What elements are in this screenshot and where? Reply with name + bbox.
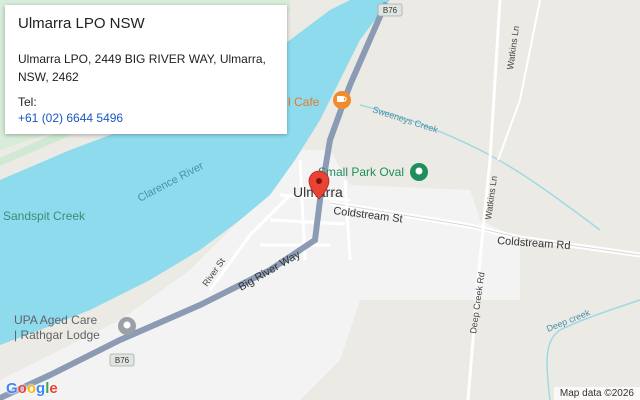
care-pin-icon[interactable] xyxy=(118,317,136,335)
logo-letter: o xyxy=(26,380,37,397)
sandspit-creek-label: Sandspit Creek xyxy=(3,209,86,223)
info-title: Ulmarra LPO NSW xyxy=(18,15,145,32)
upa-label-line2[interactable]: | Rathgar Lodge xyxy=(14,328,100,342)
route-shield-bottom: B76 xyxy=(109,353,135,367)
cafe-icon[interactable] xyxy=(333,91,351,109)
park-pin-icon[interactable] xyxy=(410,163,428,181)
svg-text:B76: B76 xyxy=(115,356,130,365)
small-park-oval-label[interactable]: Small Park Oval xyxy=(318,165,404,179)
svg-text:B76: B76 xyxy=(383,6,398,15)
info-window: Ulmarra LPO NSW Ulmarra LPO, 2449 BIG RI… xyxy=(5,5,287,134)
logo-letter: G xyxy=(6,380,18,397)
logo-letter: o xyxy=(17,380,27,397)
cafe-label[interactable]: l Cafe xyxy=(288,95,320,109)
map-attribution[interactable]: Map data ©2026 xyxy=(553,387,640,400)
phone-link[interactable]: +61 (02) 6644 5496 xyxy=(18,110,274,126)
upa-label-line1[interactable]: UPA Aged Care xyxy=(14,313,97,327)
logo-letter: g xyxy=(36,380,46,397)
info-address: Ulmarra LPO, 2449 BIG RIVER WAY, Ulmarra… xyxy=(18,52,266,84)
google-logo[interactable]: Google xyxy=(6,380,58,397)
info-tel-label: Tel: xyxy=(18,95,37,109)
logo-letter: e xyxy=(49,380,58,397)
route-shield-top: B76 xyxy=(377,3,403,17)
